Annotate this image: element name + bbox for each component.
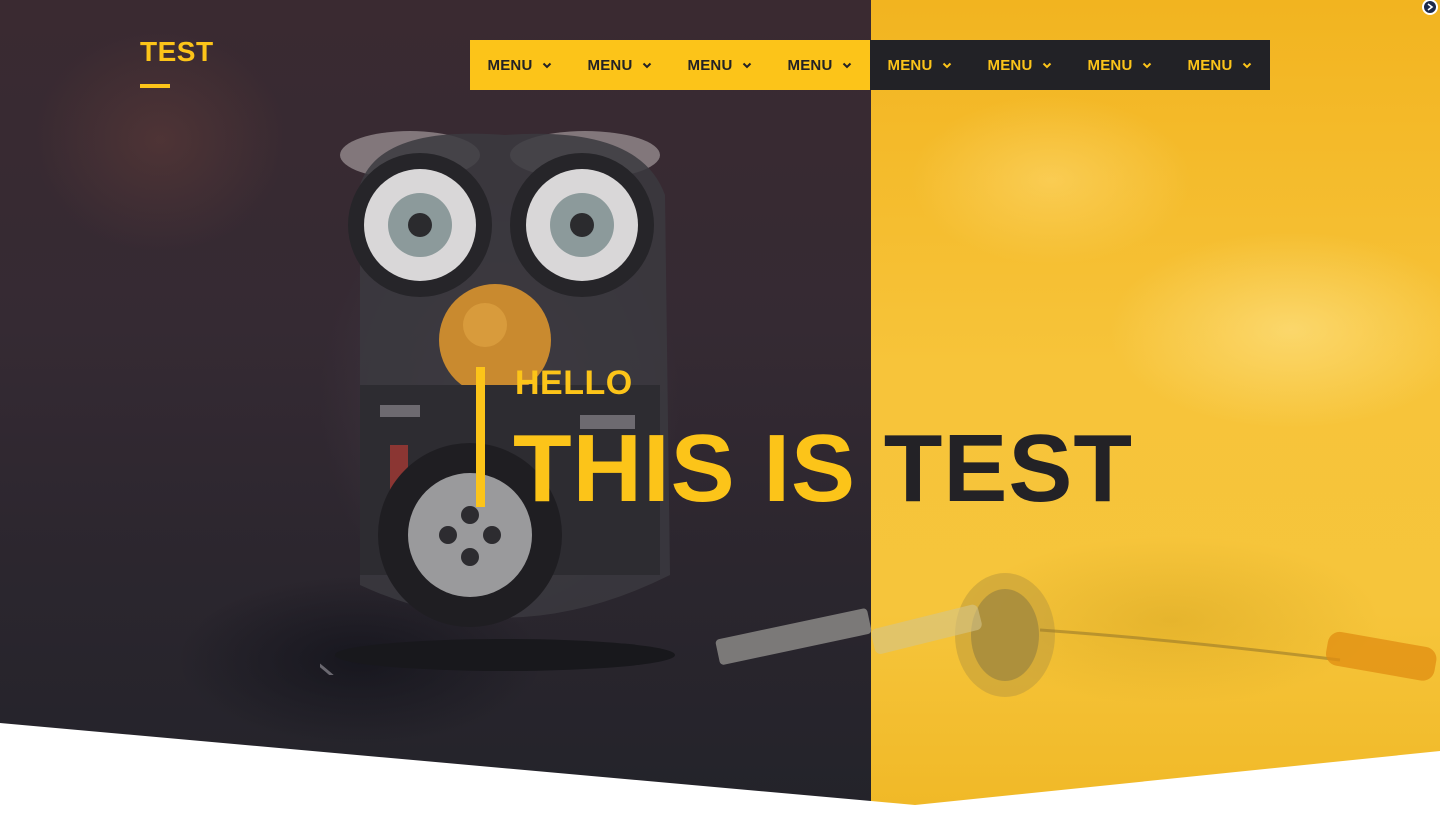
- chevron-down-icon: [742, 60, 752, 70]
- nav-item-label: MENU: [987, 56, 1033, 74]
- hero-headline-part2: TEST: [883, 415, 1134, 522]
- nav-item-menu-4[interactable]: MENU: [770, 40, 870, 90]
- chevron-down-icon: [1042, 60, 1052, 70]
- hero-section: TEST MENU MENU MENU MENU MENU MENU MENU …: [0, 0, 1440, 818]
- hero-headline-part1: THIS IS: [513, 415, 884, 522]
- hero-headline: THIS IS TEST: [513, 414, 1133, 524]
- nav-item-label: MENU: [487, 56, 533, 74]
- chevron-down-icon: [542, 60, 552, 70]
- chevron-down-icon: [942, 60, 952, 70]
- site-logo[interactable]: TEST: [140, 36, 214, 68]
- chevron-down-icon: [1242, 60, 1252, 70]
- main-nav: MENU MENU MENU MENU MENU MENU MENU MENU: [470, 40, 1270, 90]
- nav-item-menu-3[interactable]: MENU: [670, 40, 770, 90]
- robot-photo: [320, 131, 675, 675]
- chevron-down-icon: [642, 60, 652, 70]
- nav-item-label: MENU: [787, 56, 833, 74]
- hero-kicker: HELLO: [515, 364, 633, 402]
- nav-item-menu-7[interactable]: MENU: [1070, 40, 1170, 90]
- nav-item-menu-8[interactable]: MENU: [1170, 40, 1270, 90]
- nav-group-yellow: MENU MENU MENU MENU: [470, 40, 870, 90]
- nav-item-label: MENU: [887, 56, 933, 74]
- nav-item-label: MENU: [587, 56, 633, 74]
- nav-item-label: MENU: [1087, 56, 1133, 74]
- chevron-down-icon: [1142, 60, 1152, 70]
- nav-item-label: MENU: [687, 56, 733, 74]
- headline-accent-bar: [476, 367, 485, 507]
- nav-item-menu-1[interactable]: MENU: [470, 40, 570, 90]
- nav-item-menu-5[interactable]: MENU: [870, 40, 970, 90]
- chevron-down-icon: [842, 60, 852, 70]
- nav-item-label: MENU: [1187, 56, 1233, 74]
- logo-underline: [140, 84, 170, 88]
- nav-item-menu-2[interactable]: MENU: [570, 40, 670, 90]
- nav-item-menu-6[interactable]: MENU: [970, 40, 1070, 90]
- nav-group-dark: MENU MENU MENU MENU: [870, 40, 1270, 90]
- tools-photo: [715, 573, 1437, 697]
